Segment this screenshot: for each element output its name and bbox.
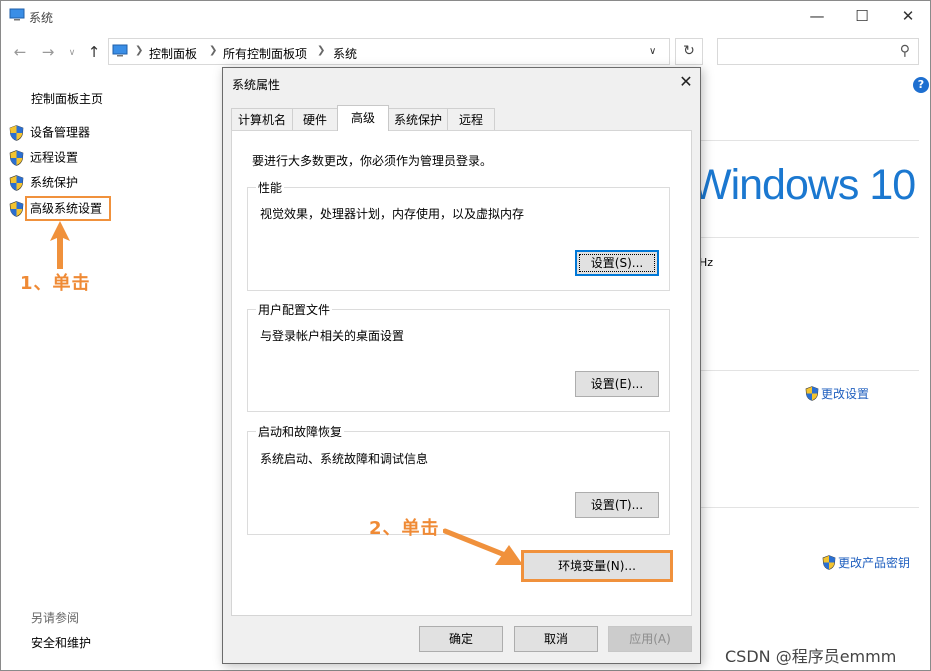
refresh-button[interactable]: ↻	[675, 38, 703, 65]
divider	[701, 507, 919, 508]
tab-advanced[interactable]: 高级	[337, 105, 389, 131]
tab-remote[interactable]: 远程	[447, 108, 495, 130]
sidebar-item-label: 远程设置	[30, 150, 79, 165]
control-panel-icon	[112, 44, 128, 57]
environment-variables-button[interactable]: 环境变量(N)...	[521, 550, 673, 582]
startup-recovery-settings-button[interactable]: 设置(T)...	[575, 492, 659, 518]
breadcrumb-system[interactable]: 系统	[333, 45, 357, 62]
shield-icon	[805, 386, 819, 401]
shield-icon	[822, 555, 836, 570]
apply-button[interactable]: 应用(A)	[608, 626, 692, 652]
breadcrumb-control-panel[interactable]: 控制面板	[149, 45, 197, 62]
shield-icon	[9, 124, 24, 141]
computer-icon	[9, 8, 25, 21]
dialog-title: 系统属性	[232, 78, 281, 92]
highlight-box	[25, 196, 111, 221]
divider	[701, 140, 919, 141]
annotation-step2: 2、单击	[369, 518, 440, 539]
startup-recovery-group: 启动和故障恢复 系统启动、系统故障和调试信息 设置(T)...	[247, 423, 670, 535]
tab-hardware[interactable]: 硬件	[292, 108, 338, 130]
annotation-arrow-icon	[443, 528, 523, 565]
change-product-key-link[interactable]: 更改产品密钥	[822, 554, 910, 571]
user-profile-group: 用户配置文件 与登录帐户相关的桌面设置 设置(E)...	[247, 301, 670, 412]
ok-button[interactable]: 确定	[419, 626, 503, 652]
tab-computer-name[interactable]: 计算机名	[231, 108, 293, 130]
search-input[interactable]: ⚲	[717, 38, 919, 65]
close-window-button[interactable]: ✕	[893, 5, 923, 27]
up-arrow-icon[interactable]: ↑	[85, 43, 103, 61]
maximize-button[interactable]: ☐	[847, 5, 877, 27]
change-product-key-label: 更改产品密钥	[838, 556, 911, 570]
tab-system-protection[interactable]: 系统保护	[388, 108, 448, 130]
divider	[701, 370, 919, 371]
performance-group: 性能 视觉效果，处理器计划，内存使用，以及虚拟内存 设置(S)...	[247, 179, 670, 291]
breadcrumb-separator-icon: ❯	[135, 45, 144, 56]
shield-icon	[9, 200, 24, 217]
sidebar-home-link[interactable]: 控制面板主页	[31, 90, 103, 107]
change-settings-link[interactable]: 更改设置	[805, 385, 869, 402]
recent-chevron-icon[interactable]: ∨	[63, 48, 81, 58]
sidebar-item-label: 设备管理器	[30, 125, 91, 140]
user-profile-settings-button[interactable]: 设置(E)...	[575, 371, 659, 397]
cancel-button[interactable]: 取消	[514, 626, 598, 652]
user-profile-label: 用户配置文件	[256, 301, 333, 318]
address-bar[interactable]: ❯ 控制面板 ❯ 所有控制面板项 ❯ 系统 ∨	[108, 38, 670, 65]
shield-icon	[9, 149, 24, 166]
performance-label: 性能	[256, 179, 285, 196]
watermark: CSDN @程序员emmm	[725, 647, 897, 666]
startup-recovery-desc: 系统启动、系统故障和调试信息	[260, 452, 429, 466]
annotation-step1: 1、单击	[20, 273, 91, 294]
sidebar-item-label: 系统保护	[30, 175, 79, 190]
divider	[701, 237, 919, 238]
search-icon: ⚲	[899, 43, 910, 59]
shield-icon	[9, 174, 24, 191]
sidebar-item-remote-settings[interactable]: 远程设置	[9, 146, 78, 168]
annotation-arrow-up-icon	[50, 221, 70, 269]
system-properties-dialog: 系统属性 ✕ 计算机名 硬件 高级 系统保护 远程 要进行大多数更改，你必须作为…	[222, 67, 701, 664]
minimize-button[interactable]: —	[802, 5, 832, 27]
performance-desc: 视觉效果，处理器计划，内存使用，以及虚拟内存	[260, 207, 525, 221]
processor-speed-fragment: Hz	[699, 256, 714, 269]
performance-settings-button[interactable]: 设置(S)...	[575, 250, 659, 276]
chevron-down-icon[interactable]: ∨	[649, 46, 656, 57]
sidebar-item-device-manager[interactable]: 设备管理器	[9, 121, 90, 143]
help-icon[interactable]: ?	[913, 77, 929, 93]
startup-recovery-label: 启动和故障恢复	[256, 423, 345, 440]
forward-arrow-icon[interactable]: →	[39, 43, 57, 61]
admin-notice: 要进行大多数更改，你必须作为管理员登录。	[252, 154, 493, 168]
windows-logo-text: Windows 10	[691, 161, 916, 209]
breadcrumb-separator-icon: ❯	[209, 45, 218, 56]
breadcrumb-separator-icon: ❯	[317, 45, 326, 56]
dialog-close-icon[interactable]: ✕	[675, 71, 697, 93]
see-also-security-link[interactable]: 安全和维护	[31, 634, 91, 651]
sidebar-item-system-protection[interactable]: 系统保护	[9, 171, 78, 193]
see-also-title: 另请参阅	[31, 611, 80, 625]
change-settings-label: 更改设置	[821, 387, 870, 401]
window-title: 系统	[29, 11, 54, 25]
user-profile-desc: 与登录帐户相关的桌面设置	[260, 329, 405, 343]
back-arrow-icon[interactable]: ←	[11, 43, 29, 61]
breadcrumb-all-items[interactable]: 所有控制面板项	[223, 45, 307, 62]
